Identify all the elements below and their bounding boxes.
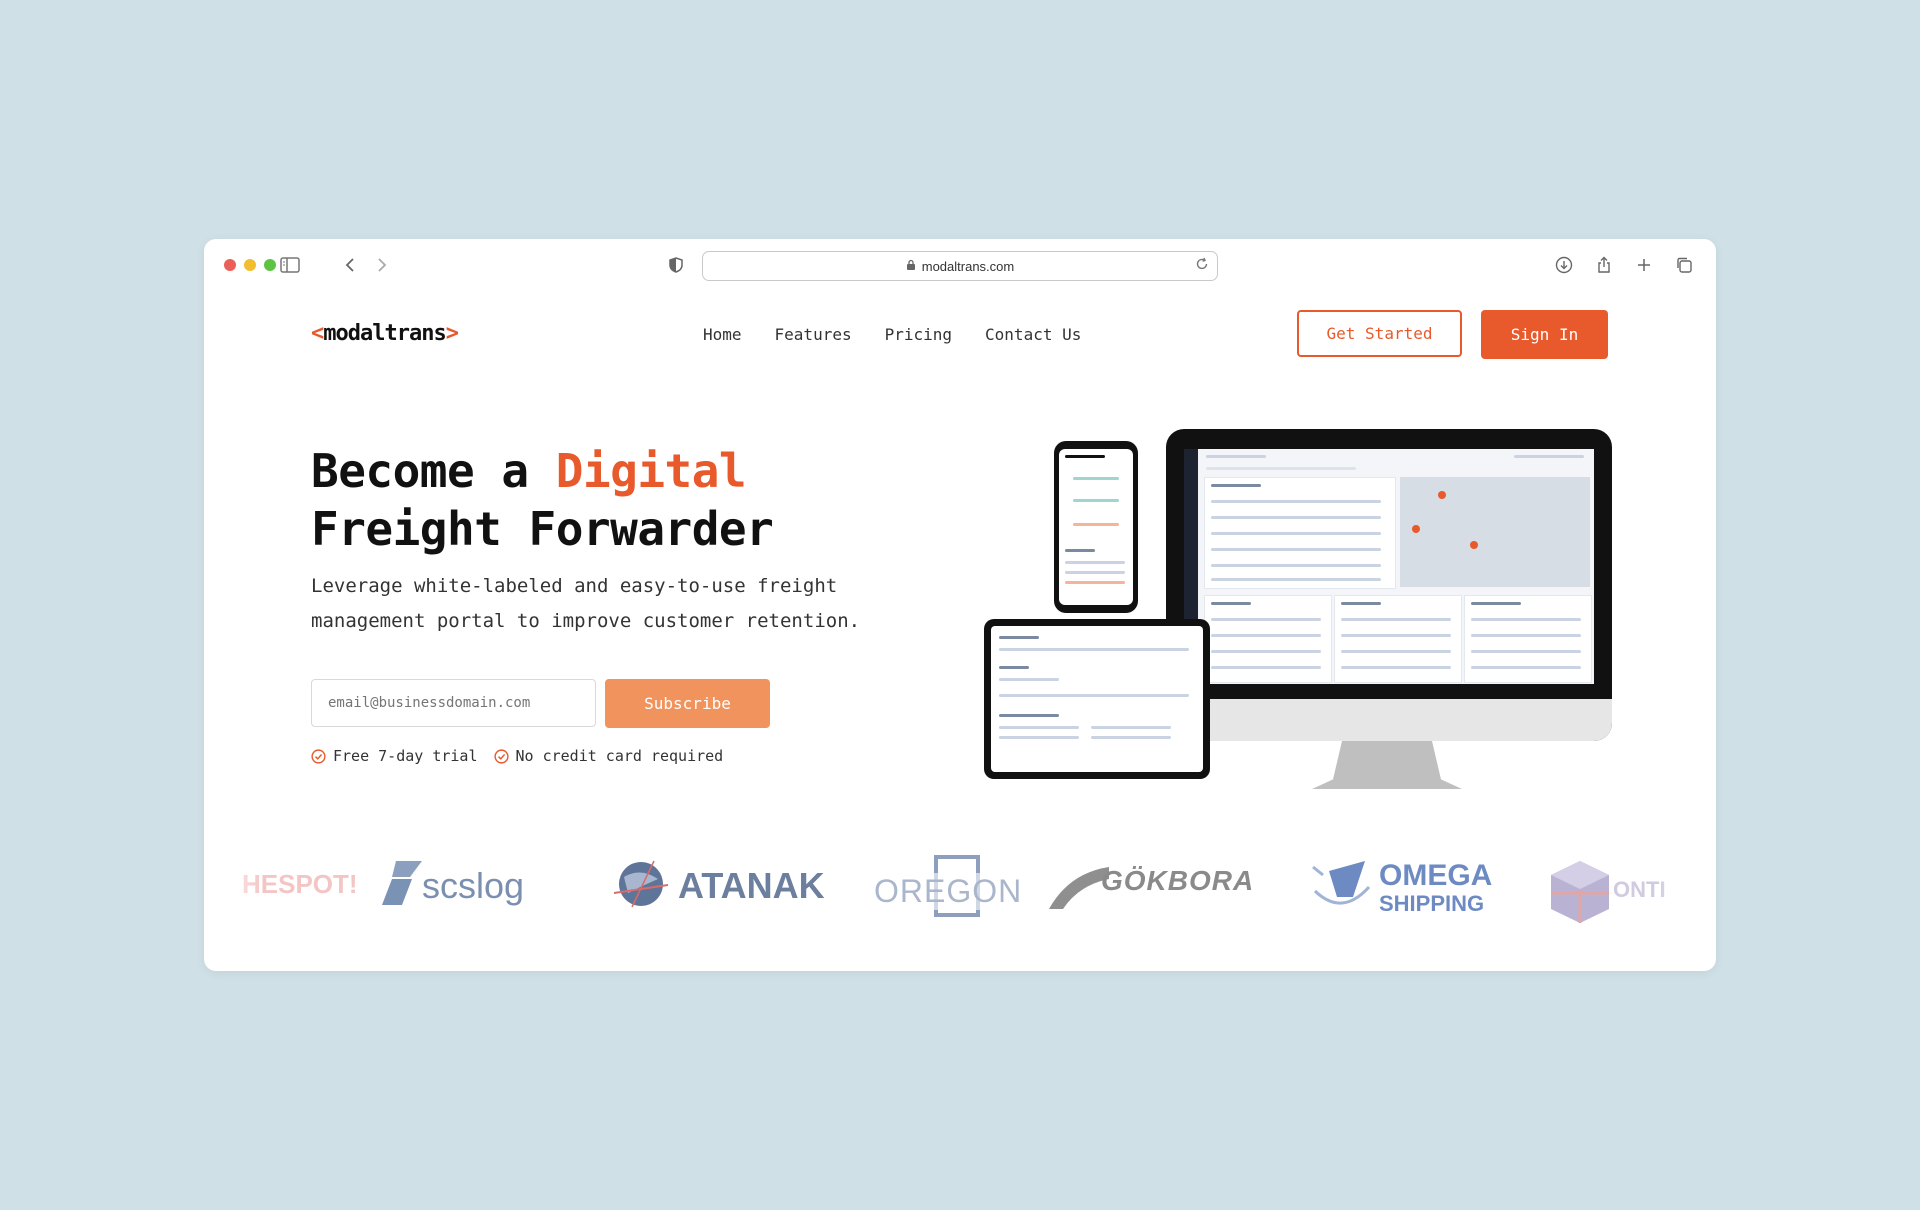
- sidebar-toggle-icon[interactable]: [276, 251, 304, 279]
- email-input[interactable]: [311, 679, 596, 727]
- url-text: modaltrans.com: [921, 258, 1015, 274]
- hero-title-accent: Digital: [555, 444, 747, 498]
- nav-link-features[interactable]: Features: [775, 325, 852, 344]
- check-circle-icon: [493, 748, 509, 764]
- perks-list: Free 7-day trial No credit card required: [311, 747, 723, 765]
- nav-link-home[interactable]: Home: [703, 325, 742, 344]
- shipping-text: SHIPPING: [1379, 891, 1485, 916]
- perk-item: No credit card required: [493, 747, 724, 765]
- dashboard-screenshot: [1184, 449, 1594, 684]
- get-started-button[interactable]: Get Started: [1297, 310, 1462, 357]
- logo-text: modaltrans: [323, 321, 446, 346]
- hero-title-part1: Become a: [311, 444, 556, 498]
- logo-bracket-right: >: [445, 321, 459, 346]
- privacy-shield-icon[interactable]: [662, 251, 690, 279]
- hero-title: Become a Digital Freight Forwarder: [311, 442, 911, 558]
- gokbora-swoosh-icon: [1049, 867, 1109, 909]
- sign-in-button[interactable]: Sign In: [1481, 310, 1608, 359]
- forward-icon[interactable]: [368, 251, 396, 279]
- perk-item: Free 7-day trial: [311, 747, 478, 765]
- browser-toolbar: modaltrans.com: [204, 239, 1716, 291]
- download-icon[interactable]: [1550, 251, 1578, 279]
- globe-icon: [614, 860, 668, 908]
- address-bar[interactable]: modaltrans.com: [702, 251, 1218, 281]
- nav-link-contact[interactable]: Contact Us: [985, 325, 1081, 344]
- perk-label: Free 7-day trial: [333, 747, 478, 765]
- logo-gokbora: GÖKBORA: [1049, 863, 1259, 923]
- check-circle-icon: [311, 748, 326, 764]
- omega-ship-icon: [1312, 861, 1371, 905]
- reload-icon[interactable]: [1195, 257, 1209, 274]
- maximize-window-button[interactable]: [264, 259, 276, 271]
- main-nav: Home Features Pricing Contact Us: [703, 325, 1081, 344]
- share-icon[interactable]: [1590, 251, 1618, 279]
- omega-text: OMEGA: [1379, 859, 1493, 892]
- perk-label: No credit card required: [515, 747, 724, 765]
- browser-window: modaltrans.com <modaltrans> Home Feature…: [204, 239, 1716, 971]
- site-logo[interactable]: <modaltrans>: [311, 321, 459, 346]
- product-devices-illustration: [984, 429, 1614, 789]
- minimize-window-button[interactable]: [244, 259, 256, 271]
- hero-subtitle: Leverage white-labeled and easy-to-use f…: [311, 575, 861, 632]
- scslog-mark-icon: [382, 861, 422, 905]
- lock-icon: [906, 259, 916, 274]
- hero-title-part2: Freight Forwarder: [311, 502, 774, 556]
- logo-bracket-left: <: [311, 321, 324, 346]
- subscribe-button[interactable]: Subscribe: [605, 679, 770, 728]
- desktop-monitor: [1166, 429, 1612, 741]
- logo-omega-shipping: OMEGA SHIPPING: [1309, 857, 1499, 927]
- close-window-button[interactable]: [224, 259, 236, 271]
- monitor-stand: [1312, 741, 1462, 789]
- new-tab-icon[interactable]: [1630, 251, 1658, 279]
- box-flag-icon: [1551, 861, 1609, 923]
- customer-logos-strip: HESPOT! scslog ATANAK OREGON GÖKBORA OME…: [204, 839, 1716, 939]
- nav-link-pricing[interactable]: Pricing: [885, 325, 952, 344]
- tablet-device: [984, 619, 1210, 779]
- tab-overview-icon[interactable]: [1670, 251, 1698, 279]
- back-icon[interactable]: [336, 251, 364, 279]
- logo-oregon: OREGON: [874, 855, 1023, 925]
- phone-device: [1054, 441, 1138, 613]
